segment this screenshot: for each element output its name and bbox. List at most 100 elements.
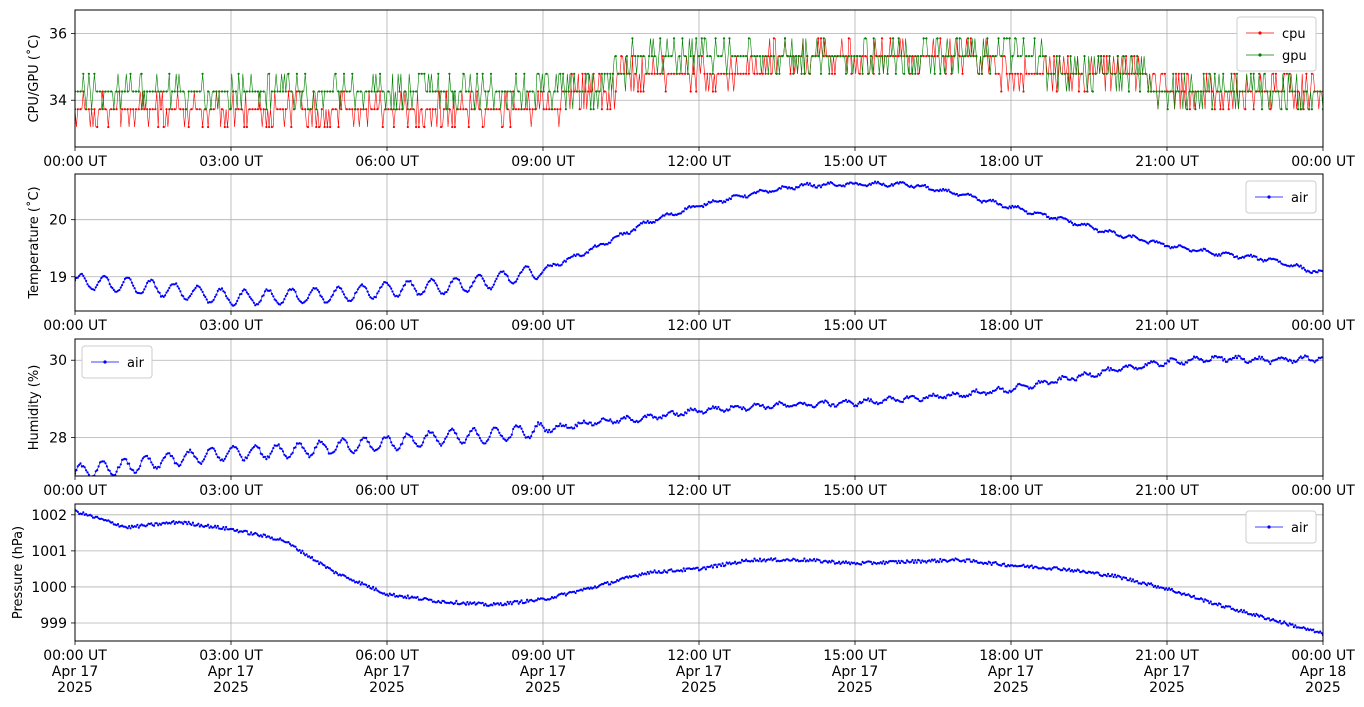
- data-point: [739, 72, 742, 75]
- data-point: [211, 300, 214, 303]
- data-point: [1155, 90, 1158, 93]
- data-point: [559, 108, 562, 111]
- data-point: [360, 438, 364, 441]
- data-point: [1102, 55, 1105, 58]
- data-point: [975, 388, 978, 391]
- data-point: [344, 439, 347, 442]
- data-point: [262, 294, 265, 297]
- data-point: [664, 90, 667, 93]
- data-point: [227, 298, 230, 301]
- data-point: [904, 561, 907, 565]
- data-point: [168, 108, 171, 111]
- data-point: [1262, 616, 1265, 619]
- data-point: [783, 37, 787, 40]
- data-point: [152, 524, 156, 527]
- data-point: [1191, 357, 1194, 360]
- data-point: [415, 289, 418, 292]
- data-point: [168, 452, 171, 455]
- data-point: [1183, 72, 1186, 75]
- data-point: [1014, 72, 1017, 75]
- data-point: [1072, 72, 1075, 75]
- data-point: [624, 417, 627, 420]
- data-point: [338, 441, 341, 444]
- data-point: [1100, 55, 1103, 58]
- data-point: [871, 563, 874, 566]
- data-point: [298, 549, 301, 552]
- data-point: [892, 55, 895, 58]
- data-point: [356, 288, 359, 291]
- data-point: [792, 72, 795, 75]
- data-point: [259, 90, 262, 93]
- data-point: [76, 90, 79, 93]
- data-point: [150, 461, 153, 464]
- data-point: [908, 72, 911, 75]
- data-point: [360, 581, 364, 584]
- data-point: [326, 447, 329, 451]
- data-point: [521, 430, 525, 433]
- data-point: [1030, 55, 1033, 58]
- data-point: [462, 72, 465, 75]
- data-point: [216, 524, 219, 528]
- data-point: [736, 72, 739, 75]
- data-point: [752, 560, 755, 563]
- data-point: [365, 108, 368, 111]
- data-point: [994, 200, 997, 203]
- data-point: [489, 108, 493, 111]
- data-point: [385, 281, 389, 285]
- data-point: [657, 570, 660, 573]
- data-point: [953, 55, 956, 58]
- data-point: [818, 184, 821, 187]
- data-point: [592, 424, 595, 427]
- data-point: [527, 265, 530, 268]
- data-point: [1125, 576, 1128, 580]
- data-point: [567, 90, 570, 93]
- data-point: [614, 55, 617, 58]
- data-point: [763, 406, 766, 409]
- data-point: [728, 561, 731, 564]
- y-tick-label: 28: [49, 430, 67, 446]
- data-point: [464, 90, 468, 93]
- data-point: [972, 55, 975, 58]
- data-point: [911, 55, 914, 58]
- data-point: [1288, 72, 1291, 75]
- data-point: [376, 108, 379, 111]
- data-point: [379, 90, 382, 93]
- data-point: [481, 72, 484, 75]
- data-point: [742, 55, 745, 58]
- data-point: [779, 187, 782, 190]
- data-point: [155, 287, 158, 290]
- data-point: [756, 55, 759, 58]
- data-point: [251, 299, 254, 302]
- data-point: [678, 55, 681, 58]
- data-point: [517, 602, 520, 605]
- data-point: [1147, 90, 1150, 93]
- data-point: [377, 447, 380, 450]
- data-point: [645, 72, 648, 75]
- data-point: [143, 288, 146, 291]
- data-point: [304, 72, 307, 75]
- data-point: [743, 194, 746, 197]
- data-point: [1037, 379, 1040, 383]
- y-tick-label: 34: [49, 93, 67, 109]
- data-point: [247, 454, 250, 457]
- data-point: [243, 90, 246, 93]
- data-point: [118, 90, 121, 93]
- data-point: [710, 564, 713, 567]
- data-point: [778, 55, 781, 58]
- data-point: [460, 286, 463, 289]
- data-point: [506, 90, 509, 93]
- data-point: [359, 583, 362, 586]
- data-point: [917, 72, 920, 75]
- data-point: [908, 55, 911, 58]
- data-point: [499, 602, 502, 605]
- data-point: [275, 299, 278, 302]
- data-point: [434, 108, 437, 111]
- data-point: [420, 72, 423, 75]
- data-point: [451, 280, 454, 283]
- data-point: [1068, 567, 1071, 570]
- data-point: [284, 455, 287, 458]
- data-point: [1285, 108, 1288, 111]
- data-point: [222, 526, 225, 529]
- data-point: [670, 568, 673, 571]
- data-point: [634, 229, 637, 232]
